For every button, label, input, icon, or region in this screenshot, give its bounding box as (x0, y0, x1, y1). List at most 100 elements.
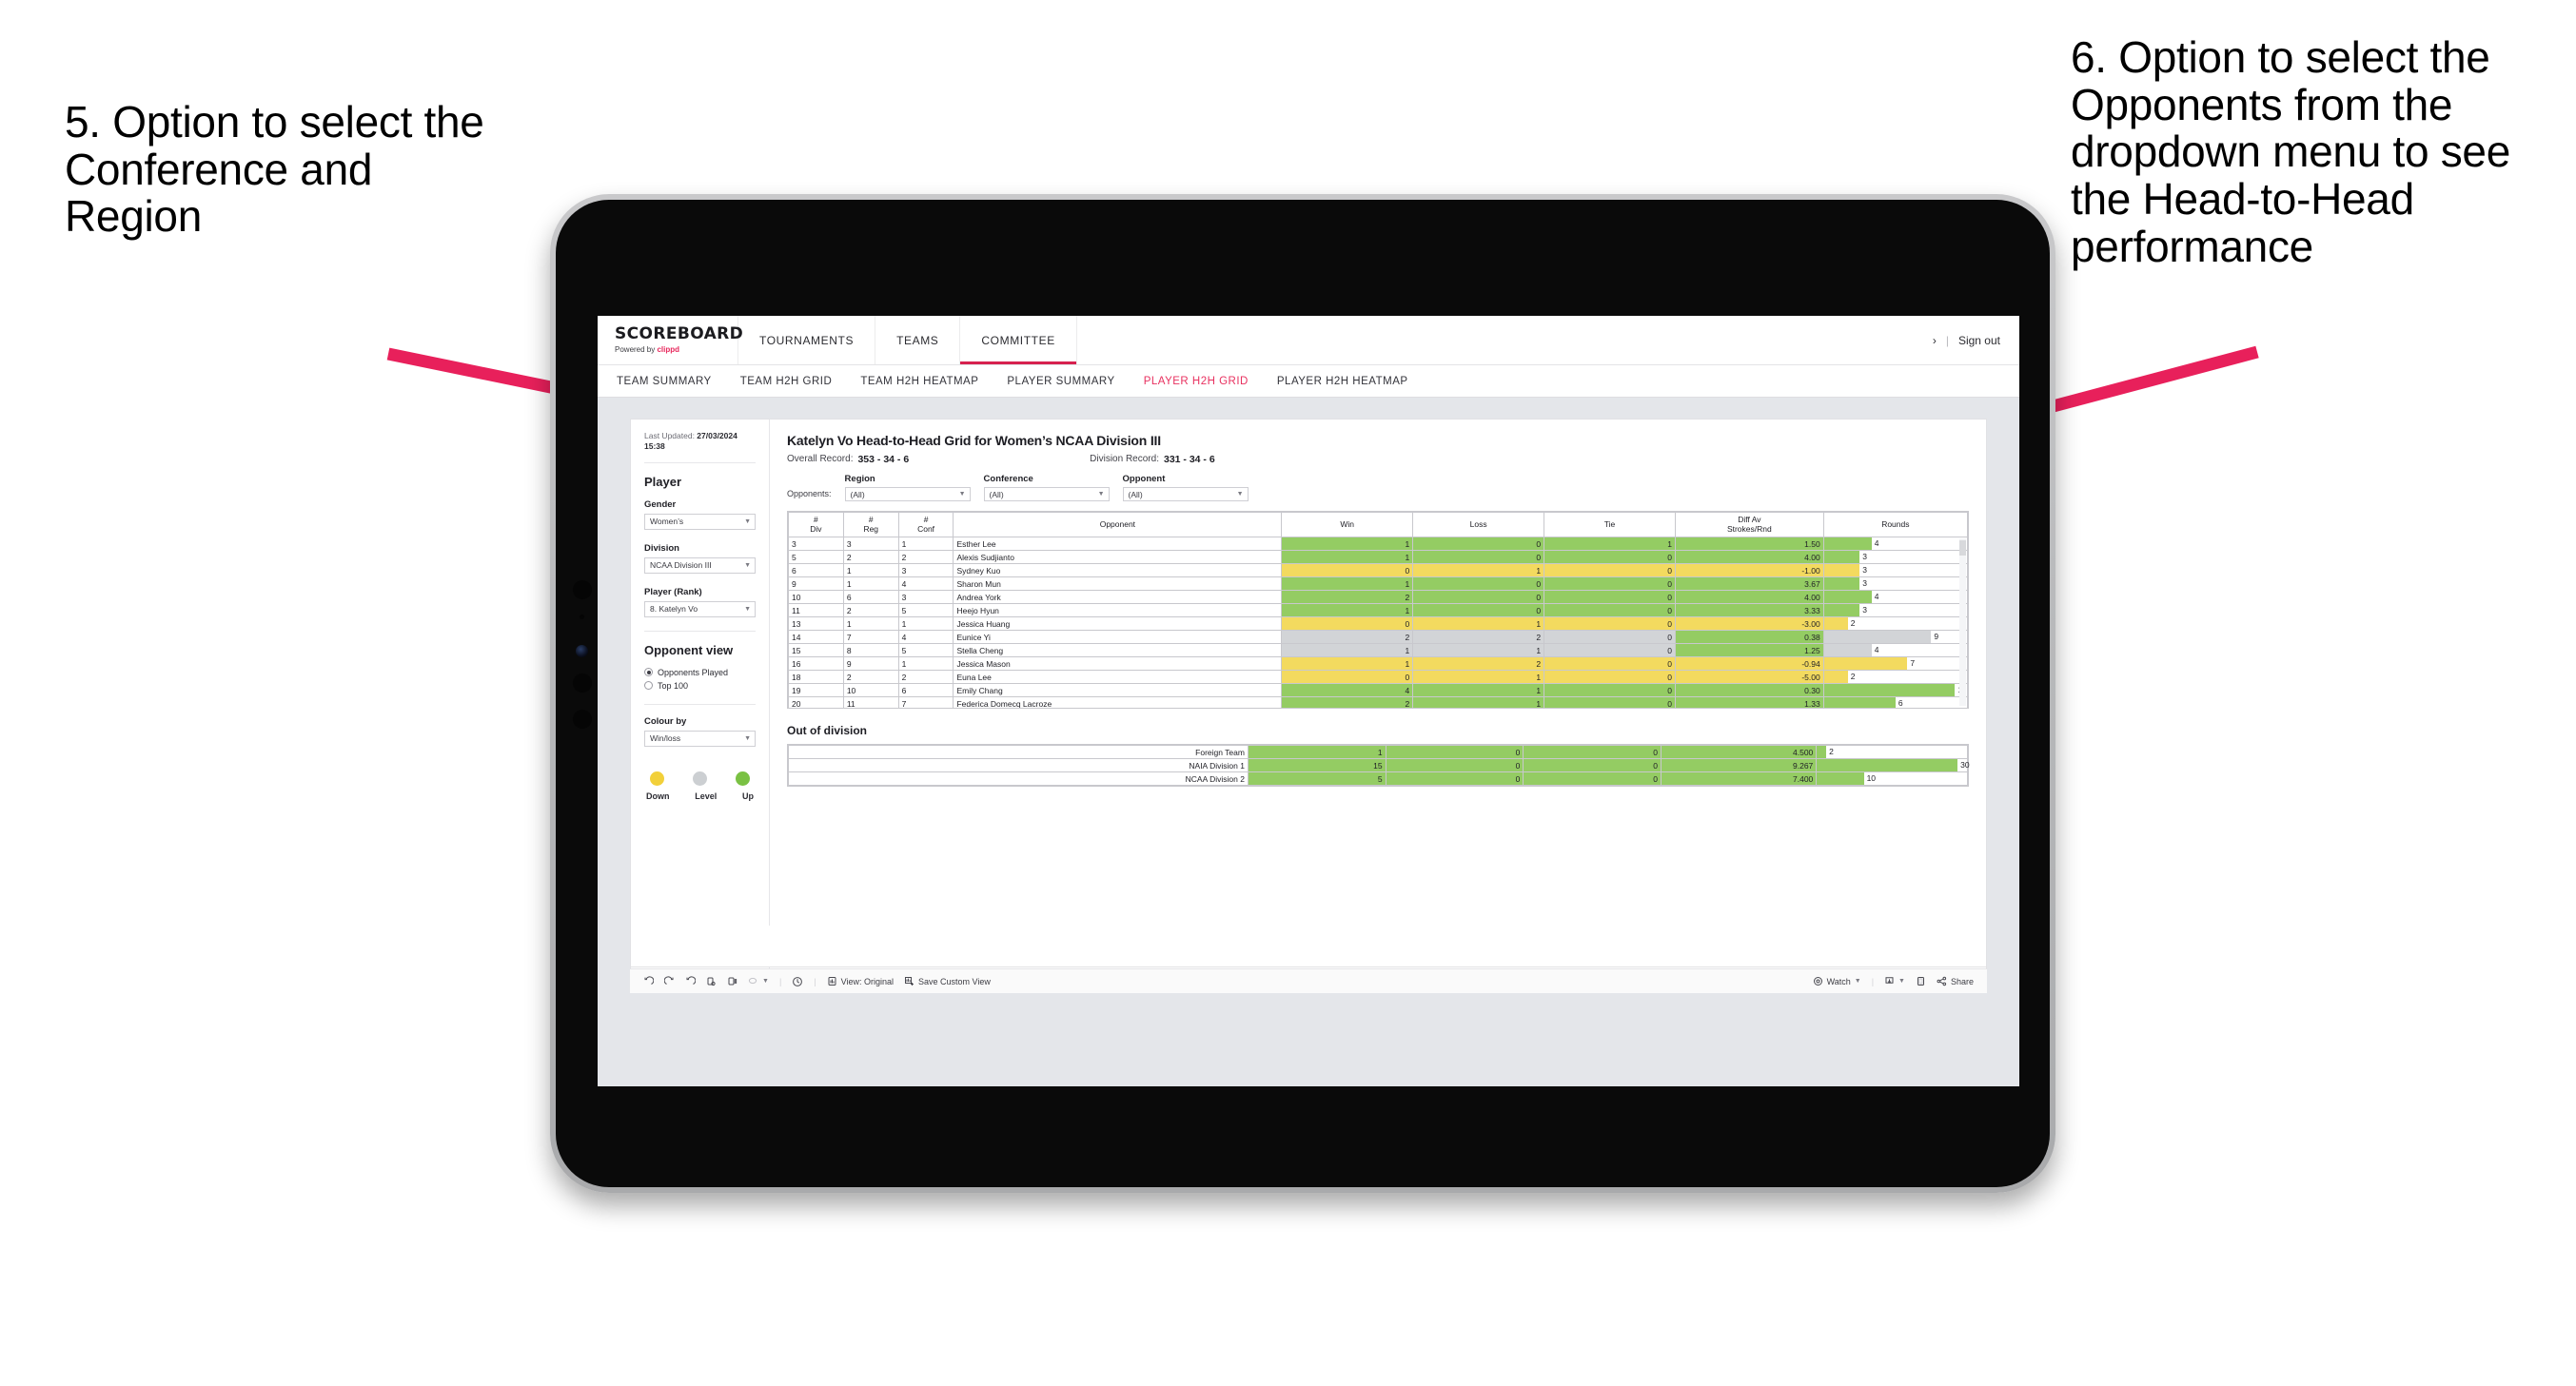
table-row[interactable]: Foreign Team 1 0 0 4.500 2 (788, 745, 1968, 759)
device-preview-icon[interactable] (1916, 976, 1926, 986)
view-original-button[interactable]: View: Original (827, 976, 894, 986)
table-row[interactable]: 5 2 2 Alexis Sudjianto 1 0 0 4.00 3 (788, 550, 1968, 564)
cell-opponent: Heejo Hyun (953, 603, 1283, 617)
table-row[interactable]: 10 6 3 Andrea York 2 0 0 4.00 4 (788, 590, 1968, 604)
cell-tie: 1 (1544, 537, 1676, 551)
table-row[interactable]: 13 1 1 Jessica Huang 0 1 0 -3.00 2 (788, 616, 1968, 631)
cell-reg: 10 (842, 683, 899, 697)
overall-record: Overall Record: 353 - 34 - 6 (787, 454, 909, 465)
grid-scrollbar-thumb[interactable] (1959, 540, 1966, 556)
watch-button[interactable]: Watch ▼ (1813, 976, 1861, 986)
colour-by-value: Win/loss (650, 733, 681, 744)
tab-player-h2h-grid[interactable]: PLAYER H2H GRID (1144, 376, 1249, 387)
cell-tie: 0 (1544, 656, 1676, 671)
toolbar-separator: | (1871, 976, 1875, 986)
division-value: NCAA Division III (650, 560, 712, 571)
cell-loss: 0 (1385, 745, 1524, 759)
table-row[interactable]: 3 3 1 Esther Lee 1 0 1 1.50 4 (788, 537, 1968, 551)
download-button[interactable]: ▼ (1884, 976, 1905, 986)
colour-by-select[interactable]: Win/loss ▼ (644, 730, 756, 747)
tab-team-h2h-heatmap[interactable]: TEAM H2H HEATMAP (860, 376, 978, 387)
cell-div: 11 (788, 603, 844, 617)
cell-diff: -0.94 (1674, 656, 1824, 671)
cell-div: 13 (788, 616, 844, 631)
cell-group-name: Foreign Team (788, 745, 1249, 759)
table-row[interactable]: 18 2 2 Euna Lee 0 1 0 -5.00 2 (788, 670, 1968, 684)
pause-auto-update-icon[interactable] (792, 976, 803, 987)
legend-label-level: Level (695, 791, 718, 801)
region-select[interactable]: (All) ▼ (844, 487, 971, 501)
cell-win: 1 (1281, 550, 1414, 564)
cell-loss: 0 (1412, 603, 1545, 617)
player-rank-select[interactable]: 8. Katelyn Vo ▼ (644, 600, 756, 617)
gender-select[interactable]: Women’s ▼ (644, 513, 756, 530)
tab-player-h2h-heatmap[interactable]: PLAYER H2H HEATMAP (1277, 376, 1408, 387)
radio-opponents-played[interactable]: Opponents Played (644, 668, 756, 677)
cell-loss: 2 (1412, 630, 1545, 644)
grid-scrollbar-track[interactable] (1959, 538, 1966, 706)
table-row[interactable]: 16 9 1 Jessica Mason 1 2 0 -0.94 7 (788, 656, 1968, 671)
table-row[interactable]: NCAA Division 2 5 0 0 7.400 10 (788, 771, 1968, 786)
cell-opponent: Andrea York (953, 590, 1283, 604)
cell-reg: 9 (842, 656, 899, 671)
table-row[interactable]: 11 2 5 Heejo Hyun 1 0 0 3.33 3 (788, 603, 1968, 617)
cell-loss: 0 (1412, 576, 1545, 591)
tab-team-h2h-grid[interactable]: TEAM H2H GRID (740, 376, 833, 387)
divider (644, 630, 756, 632)
save-custom-view-button[interactable]: Save Custom View (904, 976, 991, 986)
cell-div: 6 (788, 563, 844, 577)
share-button[interactable]: Share (1937, 976, 1974, 986)
cell-div: 20 (788, 696, 844, 708)
radio-top-100[interactable]: Top 100 (644, 681, 756, 691)
cell-opponent: Federica Domecq Lacroze (953, 696, 1283, 708)
cell-rounds: 4 (1822, 590, 1968, 604)
cell-conf: 4 (897, 630, 954, 644)
cell-diff: 4.00 (1674, 550, 1824, 564)
conference-select[interactable]: (All) ▼ (983, 487, 1110, 501)
cell-win: 0 (1281, 563, 1414, 577)
cell-conf: 1 (897, 537, 954, 551)
table-row[interactable]: 6 1 3 Sydney Kuo 0 1 0 -1.00 3 (788, 563, 1968, 577)
region-filter: Region (All) ▼ (844, 474, 971, 501)
division-select[interactable]: NCAA Division III ▼ (644, 556, 756, 574)
undo-icon[interactable] (643, 976, 654, 986)
col-reg: # Reg (842, 512, 899, 537)
tab-team-summary[interactable]: TEAM SUMMARY (617, 376, 712, 387)
cell-loss: 0 (1412, 537, 1545, 551)
table-row[interactable]: 14 7 4 Eunice Yi 2 2 0 0.38 9 (788, 630, 1968, 644)
cell-rounds: 2 (1816, 745, 1968, 759)
cell-tie: 0 (1544, 590, 1676, 604)
nav-item-teams[interactable]: TEAMS (875, 316, 961, 364)
chevron-right-icon[interactable]: › (1933, 334, 1937, 347)
table-row[interactable]: NAIA Division 1 15 0 0 9.267 30 (788, 758, 1970, 772)
cell-diff: 4.500 (1660, 745, 1818, 759)
nav-item-committee[interactable]: COMMITTEE (960, 316, 1077, 364)
refresh-icon[interactable] (706, 976, 717, 986)
table-row[interactable]: 15 8 5 Stella Cheng 1 1 0 1.25 4 (788, 643, 1968, 657)
cell-tie: 0 (1544, 576, 1676, 591)
cell-win: 1 (1281, 537, 1414, 551)
division-record-label: Division Record: (1090, 454, 1159, 464)
table-row[interactable]: 20 11 7 Federica Domecq Lacroze 2 1 0 1.33 6 (788, 696, 1968, 708)
table-row[interactable]: 19106Emily Chang4100.3011 (788, 683, 1968, 697)
cell-opponent: Jessica Mason (953, 656, 1283, 671)
main-panel: Katelyn Vo Head-to-Head Grid for Women’s… (770, 420, 1986, 988)
cell-loss: 0 (1412, 550, 1545, 564)
cell-win: 2 (1281, 590, 1414, 604)
opponent-select[interactable]: (All) ▼ (1122, 487, 1249, 501)
colour-legend-labels: Down Level Up (644, 791, 756, 801)
chevron-down-icon: ▼ (744, 517, 751, 525)
shape-dropdown[interactable]: ▼ (748, 976, 769, 986)
brand-logo[interactable]: SCOREBOARD Powered by clippd (598, 316, 743, 364)
revert-icon[interactable] (685, 976, 696, 986)
camera-lens-icon (576, 645, 588, 657)
cell-conf: 1 (897, 656, 954, 671)
nav-item-tournaments[interactable]: TOURNAMENTS (738, 316, 876, 364)
sign-out-link[interactable]: Sign out (1958, 334, 2000, 347)
tab-player-summary[interactable]: PLAYER SUMMARY (1007, 376, 1114, 387)
redo-icon[interactable] (664, 976, 675, 986)
cell-win: 2 (1281, 630, 1414, 644)
pause-icon[interactable] (727, 976, 737, 986)
table-row[interactable]: 9 1 4 Sharon Mun 1 0 0 3.67 3 (788, 576, 1968, 591)
cell-loss: 1 (1412, 696, 1545, 708)
